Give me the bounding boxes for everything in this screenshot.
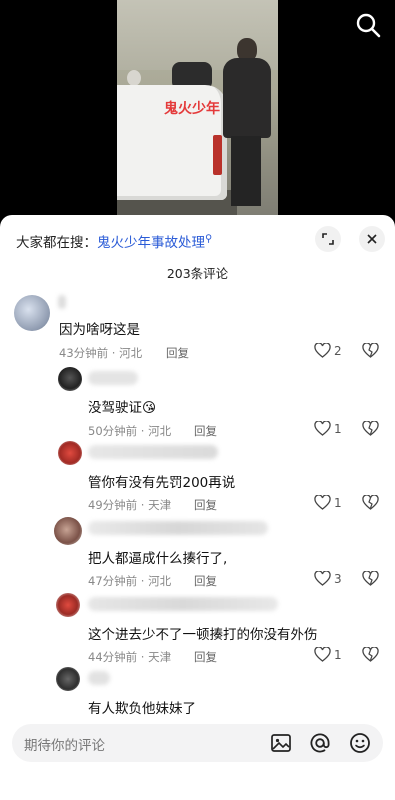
comment-location: 河北 (148, 424, 172, 438)
heart-icon (314, 343, 331, 358)
heart-icon (314, 571, 331, 586)
video-frame[interactable]: 鬼火少年 (117, 0, 278, 230)
comment-meta: 44分钟前 · 天津 (88, 650, 172, 664)
reply-button[interactable]: 回复 (194, 649, 217, 665)
username-blurred[interactable] (88, 671, 110, 685)
dislike-icon[interactable] (362, 343, 379, 358)
expand-icon (322, 233, 334, 245)
comment-text: 因为啥呀这是 (59, 322, 140, 338)
heart-icon (314, 647, 331, 662)
comment-time: 44分钟前 (88, 650, 138, 664)
reply-button[interactable]: 回复 (194, 423, 217, 439)
dislike-icon[interactable] (362, 495, 379, 510)
dislike-icon[interactable] (362, 647, 379, 662)
comment-location: 天津 (148, 498, 172, 512)
reply-item: 这个进去少不了一顿揍打的你没有外伤 44分钟前 · 天津 回复 1 (0, 593, 395, 665)
like-count: 1 (334, 495, 342, 510)
dislike-icon[interactable] (362, 421, 379, 436)
comment-input-placeholder[interactable]: 期待你的评论 (24, 734, 105, 754)
like-button[interactable]: 3 (314, 571, 342, 586)
video-overlay-text: 鬼火少年 (164, 101, 220, 117)
comment-text: 没驾驶证😘 (88, 400, 157, 416)
hot-search-prefix: 大家都在搜： (16, 235, 97, 251)
username-blurred[interactable] (88, 597, 278, 611)
like-button[interactable]: 1 (314, 421, 342, 436)
comment-text: 管你有没有先罚200再说 (88, 475, 236, 491)
avatar[interactable] (58, 441, 82, 465)
avatar[interactable] (14, 295, 50, 331)
image-icon[interactable] (269, 731, 293, 755)
like-count: 3 (334, 571, 342, 586)
like-button[interactable]: 2 (314, 343, 342, 358)
like-count: 1 (334, 647, 342, 662)
username-blurred[interactable] (88, 521, 268, 535)
dislike-icon[interactable] (362, 571, 379, 586)
username-blurred[interactable] (58, 295, 66, 309)
username-blurred[interactable] (88, 445, 218, 459)
comment-text: 有人欺负他妹妹了 (88, 701, 196, 717)
like-button[interactable]: 1 (314, 647, 342, 662)
like-count: 1 (334, 421, 342, 436)
username-blurred[interactable] (88, 371, 138, 385)
at-icon[interactable] (308, 731, 332, 755)
comment-item: 因为啥呀这是 43分钟前 · 河北 回复 2 (0, 293, 395, 363)
avatar[interactable] (56, 667, 80, 691)
avatar[interactable] (54, 517, 82, 545)
video-man (217, 38, 275, 208)
comment-count: 203条评论 (166, 266, 229, 281)
video-background-figure (127, 70, 141, 86)
emoji-icon[interactable] (348, 731, 372, 755)
comment-text: 这个进去少不了一顿揍打的你没有外伤 (88, 627, 318, 643)
reply-item: 没驾驶证😘 50分钟前 · 河北 回复 1 (0, 367, 395, 439)
avatar[interactable] (56, 593, 80, 617)
comment-time: 43分钟前 (59, 346, 109, 360)
comment-location: 河北 (148, 574, 172, 588)
comment-location: 河北 (119, 346, 143, 360)
reply-item: 管你有没有先罚200再说 49分钟前 · 天津 回复 1 (0, 441, 395, 513)
reply-item: 把人都逼成什么揍行了, 47分钟前 · 河北 回复 3 (0, 517, 395, 589)
close-icon (367, 234, 377, 244)
like-count: 2 (334, 343, 342, 358)
reply-button[interactable]: 回复 (194, 497, 217, 513)
expand-button[interactable] (315, 226, 341, 252)
like-button[interactable]: 1 (314, 495, 342, 510)
comment-time: 47分钟前 (88, 574, 138, 588)
comment-sheet: 大家都在搜：鬼火少年事故处理⚲ 203条评论 因为啥呀这是 43分钟前 · 河北… (0, 215, 395, 800)
reply-button[interactable]: 回复 (194, 573, 217, 589)
hot-search[interactable]: 大家都在搜：鬼火少年事故处理⚲ (16, 231, 213, 252)
comment-time: 49分钟前 (88, 498, 138, 512)
comment-meta: 43分钟前 · 河北 (59, 346, 143, 360)
comment-location: 天津 (148, 650, 172, 664)
comment-input[interactable]: 期待你的评论 (12, 724, 383, 762)
comment-text: 把人都逼成什么揍行了, (88, 551, 228, 567)
heart-icon (314, 495, 331, 510)
comment-meta: 47分钟前 · 河北 (88, 574, 172, 588)
heart-icon (314, 421, 331, 436)
video-player[interactable]: 鬼火少年 (0, 0, 395, 230)
search-icon[interactable] (355, 12, 381, 38)
comment-meta: 50分钟前 · 河北 (88, 424, 172, 438)
reply-button[interactable]: 回复 (166, 345, 189, 361)
close-button[interactable] (359, 226, 385, 252)
hot-search-link[interactable]: 鬼火少年事故处理 (97, 235, 205, 251)
kiss-emoji: 😘 (142, 400, 157, 416)
comment-meta: 49分钟前 · 天津 (88, 498, 172, 512)
avatar[interactable] (58, 367, 82, 391)
search-small-icon: ⚲ (205, 233, 213, 245)
comment-time: 50分钟前 (88, 424, 138, 438)
